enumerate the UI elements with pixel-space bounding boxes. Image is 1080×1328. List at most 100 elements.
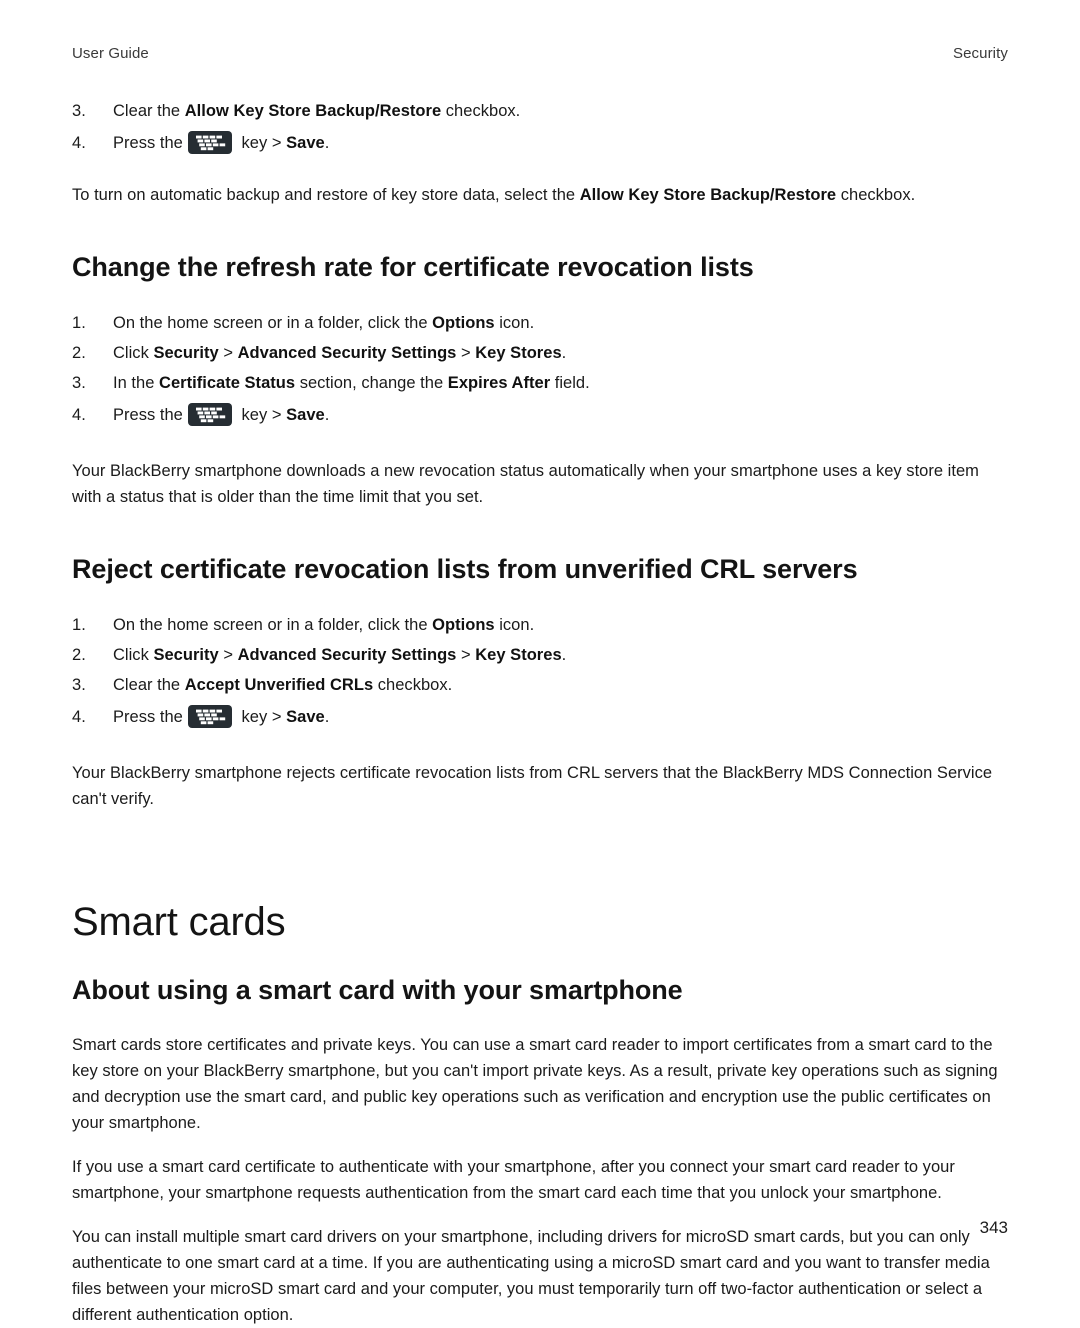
step-item: 3. Clear the Accept Unverified CRLs check… bbox=[72, 672, 1008, 698]
chapter-paragraph: Smart cards store certificates and priva… bbox=[72, 1036, 998, 1133]
step-list: 1. On the home screen or in a folder, cli… bbox=[72, 612, 1008, 732]
step-item: 4. Press the key > Save. bbox=[72, 400, 1008, 430]
text-run: section, change the bbox=[295, 373, 448, 392]
step-number: 2. bbox=[72, 645, 86, 664]
chapter-paragraph: You can install multiple smart card driv… bbox=[72, 1228, 990, 1325]
text-run: Clear the bbox=[113, 675, 185, 694]
step-text: key > Save. bbox=[237, 708, 329, 726]
step-number: 2. bbox=[72, 343, 86, 362]
step-number: 3. bbox=[72, 102, 86, 120]
blackberry-menu-key-icon bbox=[187, 131, 232, 154]
step-text: Click Security > Advanced Security Setti… bbox=[113, 646, 566, 664]
step-item: 1. On the home screen or in a folder, cli… bbox=[72, 310, 1008, 336]
emphasis-term: Advanced Security Settings bbox=[237, 645, 457, 664]
step-number: 4. bbox=[72, 405, 86, 424]
emphasis-term: Expires After bbox=[447, 373, 551, 392]
emphasis-term: Accept Unverified CRLs bbox=[184, 675, 374, 694]
step-text: Click Security > Advanced Security Setti… bbox=[113, 344, 566, 362]
text-run: To turn on automatic backup and restore … bbox=[72, 186, 580, 204]
text-run: checkbox. bbox=[441, 102, 521, 120]
text-run: . bbox=[324, 134, 330, 152]
section-refresh-rate: Change the refresh rate for certificate … bbox=[72, 252, 1008, 554]
continued-step-list: 3. Clear the Allow Key Store Backup/Resto… bbox=[72, 98, 1008, 158]
emphasis-term: Certificate Status bbox=[159, 373, 296, 392]
step-number: 1. bbox=[72, 615, 86, 634]
text-run: key > bbox=[236, 707, 287, 726]
step-number: 3. bbox=[72, 675, 86, 694]
emphasis-term: Save bbox=[286, 707, 325, 726]
chapter-title: Smart cards bbox=[72, 899, 286, 944]
step-text: key > Save. bbox=[237, 406, 329, 424]
text-run: checkbox. bbox=[836, 186, 916, 204]
text-run: > bbox=[456, 343, 476, 362]
step-item: 2. Click Security > Advanced Security Set… bbox=[72, 642, 1008, 668]
emphasis-term: Key Stores bbox=[475, 343, 562, 362]
emphasis-term: Allow Key Store Backup/Restore bbox=[184, 102, 442, 120]
chapter-subsection-title: About using a smart card with your smart… bbox=[72, 974, 683, 1005]
text-run: > bbox=[218, 343, 238, 362]
text-run: In the bbox=[113, 373, 160, 392]
step-text: On the home screen or in a folder, click… bbox=[113, 314, 534, 332]
intro-note-paragraph: To turn on automatic backup and restore … bbox=[72, 182, 1008, 208]
step-number: 4. bbox=[72, 134, 86, 152]
text-run: On the home screen or in a folder, click… bbox=[113, 313, 433, 332]
text-run: Click bbox=[113, 343, 154, 362]
step-number: 3. bbox=[72, 373, 86, 392]
text-run: checkbox. bbox=[373, 675, 453, 694]
section-body-paragraph: Your BlackBerry smartphone downloads a n… bbox=[72, 461, 979, 506]
emphasis-term: Key Stores bbox=[475, 645, 562, 664]
text-run: > bbox=[456, 645, 476, 664]
chapter-body: Smart cards store certificates and priva… bbox=[72, 1032, 1008, 1328]
chapter-paragraph: If you use a smart card certificate to a… bbox=[72, 1158, 955, 1203]
step-text: On the home screen or in a folder, click… bbox=[113, 616, 534, 634]
text-run: key > bbox=[236, 405, 287, 424]
text-run: . bbox=[324, 405, 330, 424]
running-head-right: Security bbox=[953, 45, 1008, 62]
running-head-left: User Guide bbox=[72, 45, 149, 62]
page-number: 343 bbox=[979, 1218, 1008, 1237]
text-run: icon. bbox=[494, 615, 535, 634]
step-text: Press the bbox=[113, 707, 183, 726]
step-text: Clear the Accept Unverified CRLs checkbo… bbox=[113, 676, 452, 694]
running-head: User Guide Security bbox=[72, 0, 1008, 62]
step-item: 4. Press the key > Save. bbox=[72, 128, 1008, 158]
step-item: 4. Press the key > Save. bbox=[72, 702, 1008, 732]
section-title: Reject certificate revocation lists from… bbox=[72, 553, 858, 584]
emphasis-term: Advanced Security Settings bbox=[237, 343, 457, 362]
emphasis-term: Allow Key Store Backup/Restore bbox=[579, 186, 837, 204]
text-run: . bbox=[324, 707, 330, 726]
emphasis-term: Save bbox=[286, 134, 325, 152]
section-body-paragraph: Your BlackBerry smartphone rejects certi… bbox=[72, 763, 993, 808]
text-run: . bbox=[561, 645, 567, 664]
text-run: Click bbox=[113, 645, 154, 664]
text-run: > bbox=[218, 645, 238, 664]
text-run: Clear the bbox=[113, 102, 185, 120]
step-number: 4. bbox=[72, 707, 86, 726]
step-text: Clear the Allow Key Store Backup/Restore… bbox=[113, 102, 520, 120]
emphasis-term: Options bbox=[432, 313, 495, 332]
blackberry-menu-key-icon bbox=[187, 704, 232, 728]
step-item: 1. On the home screen or in a folder, cli… bbox=[72, 612, 1008, 638]
text-run: On the home screen or in a folder, click… bbox=[113, 615, 433, 634]
text-run: icon. bbox=[494, 313, 535, 332]
section-title: Change the refresh rate for certificate … bbox=[72, 252, 754, 282]
emphasis-term: Security bbox=[153, 343, 219, 362]
emphasis-term: Security bbox=[153, 645, 219, 664]
step-text: Press the bbox=[113, 405, 183, 424]
step-number: 1. bbox=[72, 313, 86, 332]
text-run: field. bbox=[550, 373, 590, 392]
emphasis-term: Options bbox=[432, 615, 495, 634]
section-reject-crl: Reject certificate revocation lists from… bbox=[72, 554, 1008, 856]
text-run: . bbox=[561, 343, 567, 362]
step-text: Press the bbox=[113, 134, 183, 152]
step-item: 2. Click Security > Advanced Security Set… bbox=[72, 340, 1008, 366]
step-text: In the Certificate Status section, chang… bbox=[113, 374, 590, 392]
blackberry-menu-key-icon bbox=[187, 402, 232, 426]
text-run: key > bbox=[236, 134, 287, 152]
step-list: 1. On the home screen or in a folder, cli… bbox=[72, 310, 1008, 430]
document-page: User Guide Security 3. Clear the Allow Ke… bbox=[0, 0, 1080, 1324]
step-item: 3. Clear the Allow Key Store Backup/Resto… bbox=[72, 98, 1008, 124]
emphasis-term: Save bbox=[286, 405, 325, 424]
step-item: 3. In the Certificate Status section, cha… bbox=[72, 370, 1008, 396]
step-text: key > Save. bbox=[237, 134, 329, 152]
